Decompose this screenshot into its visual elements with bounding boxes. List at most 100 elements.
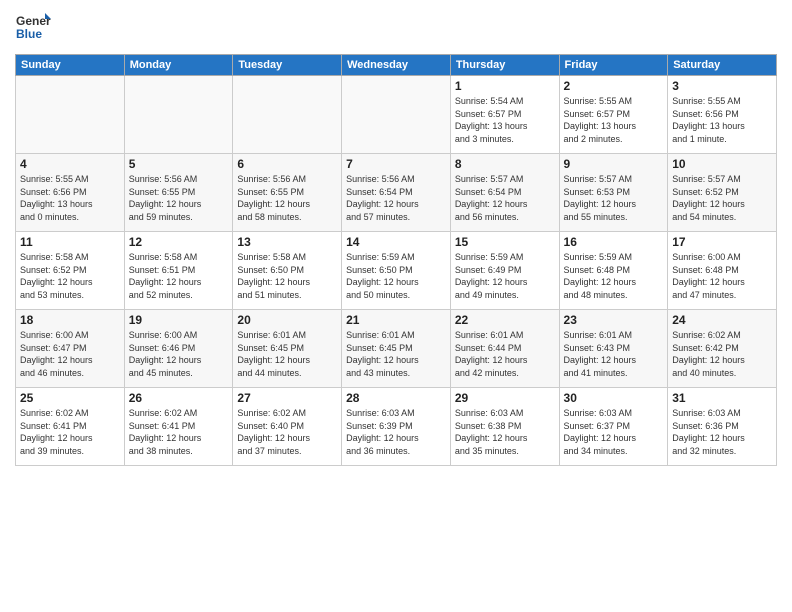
page-container: General Blue SundayMondayTuesdayWednesda…: [0, 0, 792, 612]
weekday-header-row: SundayMondayTuesdayWednesdayThursdayFrid…: [16, 55, 777, 76]
day-number: 25: [20, 391, 120, 405]
calendar-cell: 18Sunrise: 6:00 AM Sunset: 6:47 PM Dayli…: [16, 310, 125, 388]
calendar-cell: 12Sunrise: 5:58 AM Sunset: 6:51 PM Dayli…: [124, 232, 233, 310]
day-number: 28: [346, 391, 446, 405]
day-info: Sunrise: 6:01 AM Sunset: 6:45 PM Dayligh…: [237, 329, 337, 379]
day-number: 30: [564, 391, 664, 405]
day-info: Sunrise: 6:01 AM Sunset: 6:45 PM Dayligh…: [346, 329, 446, 379]
calendar-cell: 5 Sunrise: 5:56 AM Sunset: 6:55 PM Daylig…: [124, 154, 233, 232]
day-info: Sunrise: 5:58 AM Sunset: 6:50 PM Dayligh…: [237, 251, 337, 301]
day-number: 11: [20, 235, 120, 249]
day-info: Sunrise: 5:58 AM Sunset: 6:51 PM Dayligh…: [129, 251, 229, 301]
day-number: 3: [672, 79, 772, 93]
day-info: Sunrise: 5:57 AM Sunset: 6:53 PM Dayligh…: [564, 173, 664, 223]
calendar-cell: [342, 76, 451, 154]
day-number: 13: [237, 235, 337, 249]
day-number: 6: [237, 157, 337, 171]
calendar-cell: 19Sunrise: 6:00 AM Sunset: 6:46 PM Dayli…: [124, 310, 233, 388]
day-number: 23: [564, 313, 664, 327]
calendar-week-row: 1 Sunrise: 5:54 AM Sunset: 6:57 PM Daylig…: [16, 76, 777, 154]
calendar-cell: 22 Sunrise: 6:01 AM Sunset: 6:44 PM Dayli…: [450, 310, 559, 388]
day-info: Sunrise: 6:00 AM Sunset: 6:46 PM Dayligh…: [129, 329, 229, 379]
day-number: 17: [672, 235, 772, 249]
day-number: 21: [346, 313, 446, 327]
calendar-cell: 15 Sunrise: 5:59 AM Sunset: 6:49 PM Dayli…: [450, 232, 559, 310]
weekday-header-friday: Friday: [559, 55, 668, 76]
day-info: Sunrise: 5:59 AM Sunset: 6:48 PM Dayligh…: [564, 251, 664, 301]
page-header: General Blue: [15, 10, 777, 46]
day-info: Sunrise: 6:00 AM Sunset: 6:47 PM Dayligh…: [20, 329, 120, 379]
logo: General Blue: [15, 10, 51, 46]
day-number: 24: [672, 313, 772, 327]
day-number: 22: [455, 313, 555, 327]
day-number: 1: [455, 79, 555, 93]
day-info: Sunrise: 6:01 AM Sunset: 6:43 PM Dayligh…: [564, 329, 664, 379]
calendar-cell: 1 Sunrise: 5:54 AM Sunset: 6:57 PM Daylig…: [450, 76, 559, 154]
calendar-cell: 21 Sunrise: 6:01 AM Sunset: 6:45 PM Dayli…: [342, 310, 451, 388]
logo-svg: General Blue: [15, 10, 51, 46]
day-info: Sunrise: 5:58 AM Sunset: 6:52 PM Dayligh…: [20, 251, 120, 301]
calendar-table: SundayMondayTuesdayWednesdayThursdayFrid…: [15, 54, 777, 466]
day-number: 29: [455, 391, 555, 405]
calendar-cell: 31Sunrise: 6:03 AM Sunset: 6:36 PM Dayli…: [668, 388, 777, 466]
day-info: Sunrise: 6:03 AM Sunset: 6:36 PM Dayligh…: [672, 407, 772, 457]
calendar-week-row: 11 Sunrise: 5:58 AM Sunset: 6:52 PM Dayli…: [16, 232, 777, 310]
calendar-cell: 26Sunrise: 6:02 AM Sunset: 6:41 PM Dayli…: [124, 388, 233, 466]
calendar-cell: 2 Sunrise: 5:55 AM Sunset: 6:57 PM Daylig…: [559, 76, 668, 154]
day-info: Sunrise: 5:54 AM Sunset: 6:57 PM Dayligh…: [455, 95, 555, 145]
day-info: Sunrise: 5:55 AM Sunset: 6:56 PM Dayligh…: [20, 173, 120, 223]
calendar-cell: 8 Sunrise: 5:57 AM Sunset: 6:54 PM Daylig…: [450, 154, 559, 232]
calendar-cell: 30Sunrise: 6:03 AM Sunset: 6:37 PM Dayli…: [559, 388, 668, 466]
weekday-header-wednesday: Wednesday: [342, 55, 451, 76]
day-number: 20: [237, 313, 337, 327]
day-info: Sunrise: 5:59 AM Sunset: 6:49 PM Dayligh…: [455, 251, 555, 301]
day-info: Sunrise: 5:57 AM Sunset: 6:54 PM Dayligh…: [455, 173, 555, 223]
day-number: 27: [237, 391, 337, 405]
day-number: 5: [129, 157, 229, 171]
day-number: 2: [564, 79, 664, 93]
day-info: Sunrise: 5:56 AM Sunset: 6:55 PM Dayligh…: [129, 173, 229, 223]
weekday-header-monday: Monday: [124, 55, 233, 76]
day-number: 14: [346, 235, 446, 249]
day-info: Sunrise: 6:02 AM Sunset: 6:40 PM Dayligh…: [237, 407, 337, 457]
calendar-cell: 28 Sunrise: 6:03 AM Sunset: 6:39 PM Dayli…: [342, 388, 451, 466]
calendar-cell: 7 Sunrise: 5:56 AM Sunset: 6:54 PM Daylig…: [342, 154, 451, 232]
day-number: 8: [455, 157, 555, 171]
calendar-cell: 27 Sunrise: 6:02 AM Sunset: 6:40 PM Dayli…: [233, 388, 342, 466]
calendar-week-row: 25 Sunrise: 6:02 AM Sunset: 6:41 PM Dayli…: [16, 388, 777, 466]
calendar-cell: 23 Sunrise: 6:01 AM Sunset: 6:43 PM Dayli…: [559, 310, 668, 388]
calendar-cell: 6Sunrise: 5:56 AM Sunset: 6:55 PM Daylig…: [233, 154, 342, 232]
weekday-header-tuesday: Tuesday: [233, 55, 342, 76]
day-info: Sunrise: 5:57 AM Sunset: 6:52 PM Dayligh…: [672, 173, 772, 223]
day-info: Sunrise: 6:01 AM Sunset: 6:44 PM Dayligh…: [455, 329, 555, 379]
calendar-cell: 13 Sunrise: 5:58 AM Sunset: 6:50 PM Dayli…: [233, 232, 342, 310]
calendar-cell: 20 Sunrise: 6:01 AM Sunset: 6:45 PM Dayli…: [233, 310, 342, 388]
calendar-week-row: 18Sunrise: 6:00 AM Sunset: 6:47 PM Dayli…: [16, 310, 777, 388]
calendar-cell: [233, 76, 342, 154]
day-info: Sunrise: 6:03 AM Sunset: 6:39 PM Dayligh…: [346, 407, 446, 457]
calendar-cell: 11 Sunrise: 5:58 AM Sunset: 6:52 PM Dayli…: [16, 232, 125, 310]
weekday-header-saturday: Saturday: [668, 55, 777, 76]
calendar-cell: 24 Sunrise: 6:02 AM Sunset: 6:42 PM Dayli…: [668, 310, 777, 388]
calendar-cell: 9Sunrise: 5:57 AM Sunset: 6:53 PM Daylig…: [559, 154, 668, 232]
calendar-cell: 3Sunrise: 5:55 AM Sunset: 6:56 PM Daylig…: [668, 76, 777, 154]
day-info: Sunrise: 6:03 AM Sunset: 6:38 PM Dayligh…: [455, 407, 555, 457]
weekday-header-thursday: Thursday: [450, 55, 559, 76]
calendar-cell: [124, 76, 233, 154]
calendar-cell: 4 Sunrise: 5:55 AM Sunset: 6:56 PM Daylig…: [16, 154, 125, 232]
day-info: Sunrise: 5:55 AM Sunset: 6:57 PM Dayligh…: [564, 95, 664, 145]
calendar-cell: 10 Sunrise: 5:57 AM Sunset: 6:52 PM Dayli…: [668, 154, 777, 232]
calendar-cell: 17 Sunrise: 6:00 AM Sunset: 6:48 PM Dayli…: [668, 232, 777, 310]
day-number: 16: [564, 235, 664, 249]
day-info: Sunrise: 6:02 AM Sunset: 6:41 PM Dayligh…: [20, 407, 120, 457]
svg-text:Blue: Blue: [16, 27, 42, 41]
day-number: 7: [346, 157, 446, 171]
day-info: Sunrise: 6:00 AM Sunset: 6:48 PM Dayligh…: [672, 251, 772, 301]
day-info: Sunrise: 5:56 AM Sunset: 6:54 PM Dayligh…: [346, 173, 446, 223]
day-info: Sunrise: 6:02 AM Sunset: 6:42 PM Dayligh…: [672, 329, 772, 379]
day-info: Sunrise: 6:02 AM Sunset: 6:41 PM Dayligh…: [129, 407, 229, 457]
day-info: Sunrise: 5:59 AM Sunset: 6:50 PM Dayligh…: [346, 251, 446, 301]
day-number: 10: [672, 157, 772, 171]
day-number: 15: [455, 235, 555, 249]
day-number: 4: [20, 157, 120, 171]
